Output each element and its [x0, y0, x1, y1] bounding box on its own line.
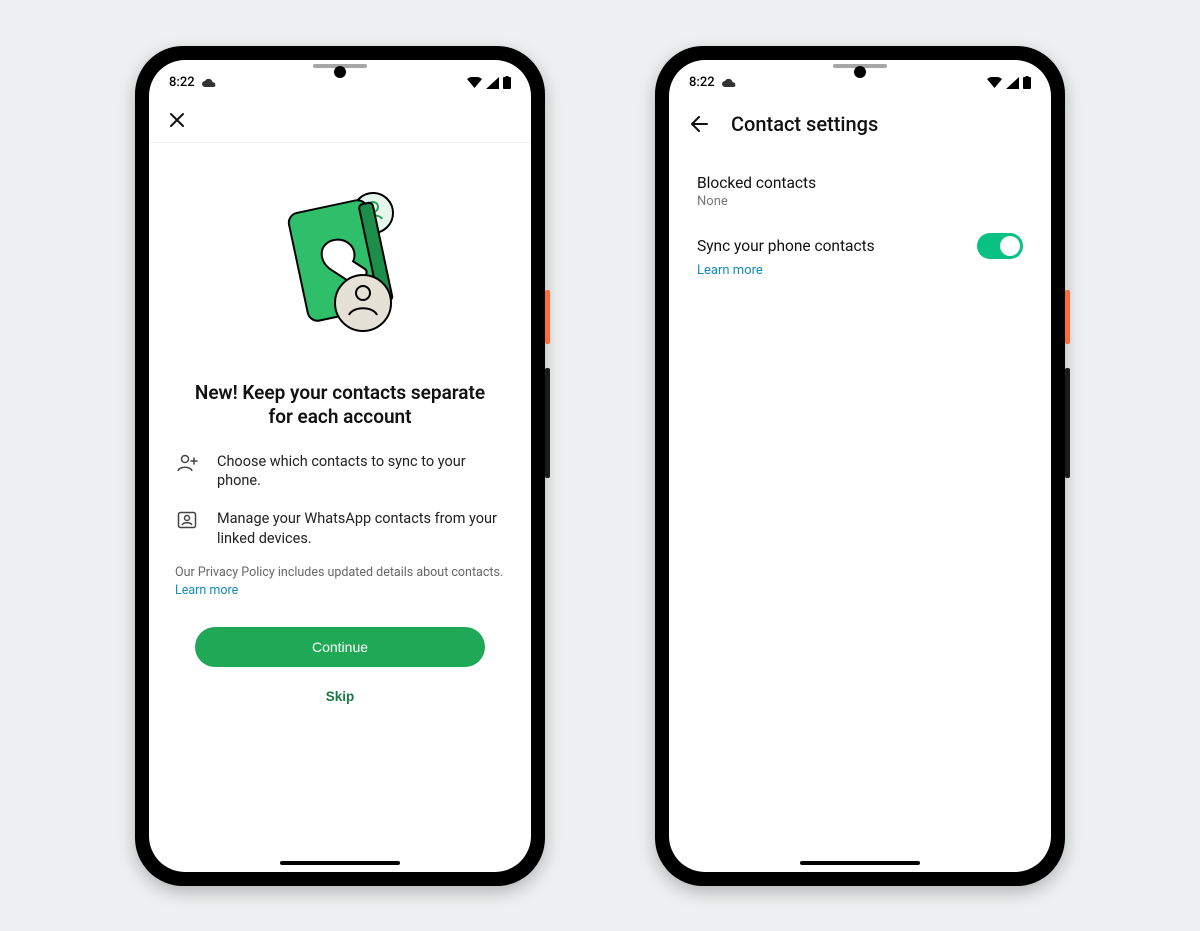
blocked-contacts-value: None: [697, 194, 1023, 209]
bullet-2-text: Manage your WhatsApp contacts from your …: [217, 509, 503, 548]
status-time: 8:22: [689, 75, 715, 90]
volume-button: [545, 368, 550, 478]
power-button: [1065, 290, 1070, 344]
gesture-bar: [669, 854, 1051, 872]
continue-button[interactable]: Continue: [195, 627, 485, 667]
power-button: [545, 290, 550, 344]
contacts-illustration: [255, 183, 425, 363]
volume-button: [1065, 368, 1070, 478]
battery-icon: [1023, 76, 1031, 89]
camera-hole: [854, 66, 866, 78]
bullet-1: Choose which contacts to sync to your ph…: [175, 452, 505, 491]
page-header: Contact settings: [669, 100, 1051, 148]
cloud-icon: [721, 78, 737, 88]
bullet-2: Manage your WhatsApp contacts from your …: [175, 509, 505, 548]
battery-icon: [503, 76, 511, 89]
camera-hole: [334, 66, 346, 78]
blocked-contacts-label: Blocked contacts: [697, 174, 1023, 192]
phone-mockup-2: 8:22 Contact settings: [655, 46, 1065, 886]
wifi-icon: [467, 77, 482, 89]
sync-contacts-toggle[interactable]: [977, 233, 1023, 259]
bullet-1-text: Choose which contacts to sync to your ph…: [217, 452, 503, 491]
sync-contacts-row: Sync your phone contacts Learn more: [691, 221, 1029, 290]
signal-icon: [1006, 77, 1019, 89]
learn-more-link[interactable]: Learn more: [697, 263, 1023, 278]
phone-mockup-1: 8:22: [135, 46, 545, 886]
contact-card-icon: [177, 509, 199, 548]
person-add-icon: [177, 452, 199, 491]
screen-1: 8:22: [149, 60, 531, 872]
privacy-policy-text: Our Privacy Policy includes updated deta…: [175, 564, 505, 599]
settings-list: Blocked contacts None Sync your phone co…: [669, 148, 1051, 304]
policy-body: Our Privacy Policy includes updated deta…: [175, 565, 503, 580]
learn-more-link[interactable]: Learn more: [175, 583, 238, 598]
top-bar: [149, 100, 531, 142]
screen-2: 8:22 Contact settings: [669, 60, 1051, 872]
close-icon[interactable]: [167, 110, 191, 134]
gesture-bar: [149, 854, 531, 872]
back-icon[interactable]: [687, 113, 709, 135]
cloud-icon: [201, 78, 217, 88]
page-title: Contact settings: [731, 112, 878, 136]
wifi-icon: [987, 77, 1002, 89]
skip-button[interactable]: Skip: [314, 681, 367, 712]
feature-title: New! Keep your contacts separate for eac…: [175, 381, 505, 430]
status-time: 8:22: [169, 75, 195, 90]
blocked-contacts-row[interactable]: Blocked contacts None: [691, 162, 1029, 221]
signal-icon: [486, 77, 499, 89]
sync-contacts-label: Sync your phone contacts: [697, 237, 875, 255]
